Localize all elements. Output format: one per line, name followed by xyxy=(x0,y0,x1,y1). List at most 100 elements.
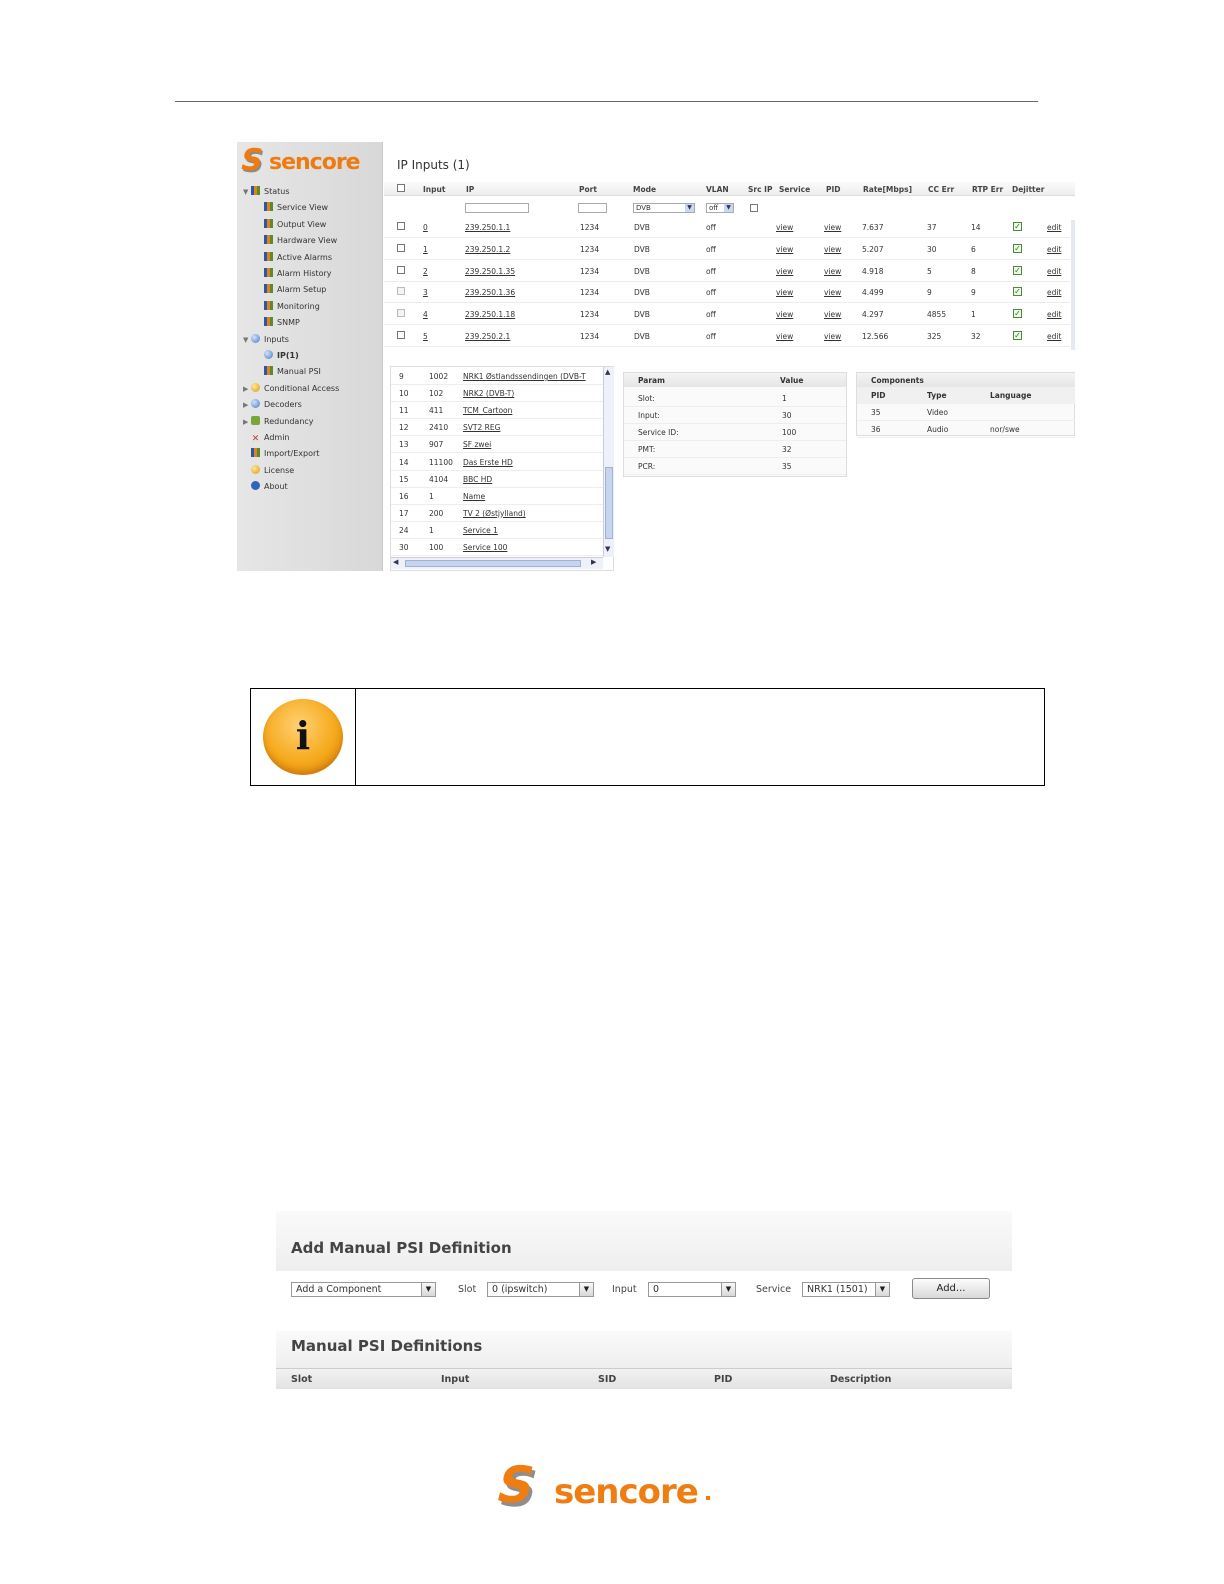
service-view-link[interactable]: view xyxy=(776,310,793,319)
table-scrollbar[interactable] xyxy=(1071,220,1075,350)
service-view-link[interactable]: view xyxy=(776,267,793,276)
sidebar-item[interactable]: Active Alarms xyxy=(264,251,332,264)
column-header[interactable]: Rate[Mbps] xyxy=(863,185,912,194)
expanded-arrow-icon[interactable]: ▼ xyxy=(243,186,248,198)
sidebar-item[interactable]: License xyxy=(251,464,294,477)
input-link[interactable]: 0 xyxy=(423,223,428,232)
dejitter-checkbox[interactable]: ✓ xyxy=(1013,287,1022,297)
service-select[interactable]: NRK1 (1501) ▼ xyxy=(802,1282,890,1297)
input-link[interactable]: 1 xyxy=(423,245,428,254)
column-header[interactable]: Port xyxy=(579,185,597,194)
ip-link[interactable]: 239.250.1.1 xyxy=(465,223,510,232)
service-name-link[interactable]: NRK2 (DVB-T) xyxy=(463,389,514,398)
service-list-vscroll[interactable]: ▲ ▼ xyxy=(603,367,614,557)
column-header[interactable]: Input xyxy=(423,185,445,194)
service-name-link[interactable]: TV 2 (Østjylland) xyxy=(463,509,526,518)
sidebar-item[interactable]: About xyxy=(251,481,288,493)
edit-link[interactable]: edit xyxy=(1047,332,1061,341)
edit-link[interactable]: edit xyxy=(1047,288,1061,297)
dejitter-checkbox[interactable]: ✓ xyxy=(1013,309,1022,319)
ip-filter-input[interactable] xyxy=(465,203,529,213)
scroll-thumb[interactable] xyxy=(605,467,613,539)
column-header[interactable]: Service xyxy=(779,185,810,194)
service-view-link[interactable]: view xyxy=(776,245,793,254)
list-item[interactable]: 10 102 NRK2 (DVB-T) xyxy=(391,385,603,403)
column-header[interactable]: CC Err xyxy=(928,185,954,194)
input-link[interactable]: 2 xyxy=(423,267,428,276)
pid-view-link[interactable]: view xyxy=(824,267,841,276)
sidebar-item[interactable]: Alarm Setup xyxy=(264,284,326,296)
mode-filter-select[interactable]: DVB ▼ xyxy=(633,203,695,213)
list-item[interactable]: 11 411 TCM_Cartoon xyxy=(391,402,603,420)
list-item[interactable]: 15 4104 BBC HD xyxy=(391,471,603,488)
expanded-arrow-icon[interactable]: ▼ xyxy=(243,334,248,346)
sidebar-item[interactable]: Hardware View xyxy=(264,235,337,247)
service-view-link[interactable]: view xyxy=(776,223,793,232)
row-checkbox[interactable] xyxy=(397,243,405,252)
select-all-checkbox[interactable] xyxy=(397,184,405,192)
edit-link[interactable]: edit xyxy=(1047,310,1061,319)
list-item[interactable]: 16 1 Name xyxy=(391,488,603,505)
list-item[interactable]: 13 907 SF zwei xyxy=(391,436,603,454)
port-filter-input[interactable] xyxy=(578,203,607,213)
pid-view-link[interactable]: view xyxy=(824,223,841,232)
ip-link[interactable]: 239.250.1.36 xyxy=(465,288,515,297)
service-list-hscroll[interactable]: ◀ ▶ xyxy=(391,557,603,569)
collapsed-arrow-icon[interactable]: ▶ xyxy=(243,416,248,428)
input-select[interactable]: 0 ▼ xyxy=(648,1282,736,1297)
service-name-link[interactable]: SF zwei xyxy=(463,440,491,449)
column-header[interactable]: Input xyxy=(441,1374,469,1385)
sidebar-item[interactable]: SNMP xyxy=(264,317,300,329)
column-header[interactable]: SID xyxy=(598,1374,616,1385)
column-header[interactable]: PID xyxy=(714,1374,732,1385)
row-checkbox[interactable] xyxy=(397,265,405,274)
scroll-right-icon[interactable]: ▶ xyxy=(591,558,596,566)
service-name-link[interactable]: NRK1 Østlandssendingen (DVB-T xyxy=(463,372,586,381)
sidebar-item[interactable]: IP(1) xyxy=(264,350,299,362)
service-name-link[interactable]: Name xyxy=(463,492,485,501)
list-item[interactable]: 24 1 Service 1 xyxy=(391,522,603,539)
sidebar-item[interactable]: ▶ Conditional Access xyxy=(243,382,339,395)
sidebar-item[interactable]: Monitoring xyxy=(264,300,320,313)
column-header[interactable]: Description xyxy=(830,1374,891,1385)
column-header[interactable]: RTP Err xyxy=(972,185,1003,194)
list-item[interactable]: 30 100 Service 100 xyxy=(391,539,603,556)
scroll-down-icon[interactable]: ▼ xyxy=(605,545,610,553)
edit-link[interactable]: edit xyxy=(1047,267,1061,276)
scroll-up-icon[interactable]: ▲ xyxy=(605,368,610,376)
column-header[interactable]: PID xyxy=(826,185,841,194)
pid-view-link[interactable]: view xyxy=(824,332,841,341)
service-name-link[interactable]: SVT2 REG xyxy=(463,423,500,432)
list-item[interactable]: 14 11100 Das Erste HD xyxy=(391,454,603,471)
scroll-left-icon[interactable]: ◀ xyxy=(393,558,398,566)
row-checkbox[interactable] xyxy=(397,222,405,230)
list-item[interactable]: 12 2410 SVT2 REG xyxy=(391,419,603,437)
list-item[interactable]: 9 1002 NRK1 Østlandssendingen (DVB-T xyxy=(391,368,603,385)
collapsed-arrow-icon[interactable]: ▶ xyxy=(243,399,248,411)
dejitter-checkbox[interactable]: ✓ xyxy=(1013,265,1022,275)
column-header[interactable]: VLAN xyxy=(706,185,729,194)
sidebar-item[interactable]: Manual PSI xyxy=(264,366,321,378)
sidebar-item[interactable]: ▼ Inputs xyxy=(243,333,289,346)
dejitter-checkbox[interactable]: ✓ xyxy=(1013,243,1022,253)
pid-view-link[interactable]: view xyxy=(824,310,841,319)
row-checkbox[interactable] xyxy=(397,287,405,296)
ip-link[interactable]: 239.250.2.1 xyxy=(465,332,510,341)
sidebar-item[interactable]: Output View xyxy=(264,218,326,231)
slot-select[interactable]: 0 (ipswitch) ▼ xyxy=(487,1282,594,1297)
sidebar-item[interactable]: ✕ Admin xyxy=(251,432,290,444)
service-name-link[interactable]: TCM_Cartoon xyxy=(463,406,512,415)
dejitter-checkbox[interactable]: ✓ xyxy=(1013,331,1022,340)
service-name-link[interactable]: Service 100 xyxy=(463,543,507,552)
service-name-link[interactable]: Service 1 xyxy=(463,526,498,535)
component-select[interactable]: Add a Component ▼ xyxy=(291,1282,436,1297)
column-header[interactable]: IP xyxy=(466,185,474,194)
service-view-link[interactable]: view xyxy=(776,332,793,341)
input-link[interactable]: 4 xyxy=(423,310,428,319)
row-checkbox[interactable] xyxy=(397,331,405,339)
pid-view-link[interactable]: view xyxy=(824,245,841,254)
vlan-filter-select[interactable]: off ▼ xyxy=(706,203,734,213)
scroll-thumb[interactable] xyxy=(405,560,581,567)
sidebar-item[interactable]: Service View xyxy=(264,202,328,214)
column-header[interactable]: Dejitter xyxy=(1012,185,1044,194)
